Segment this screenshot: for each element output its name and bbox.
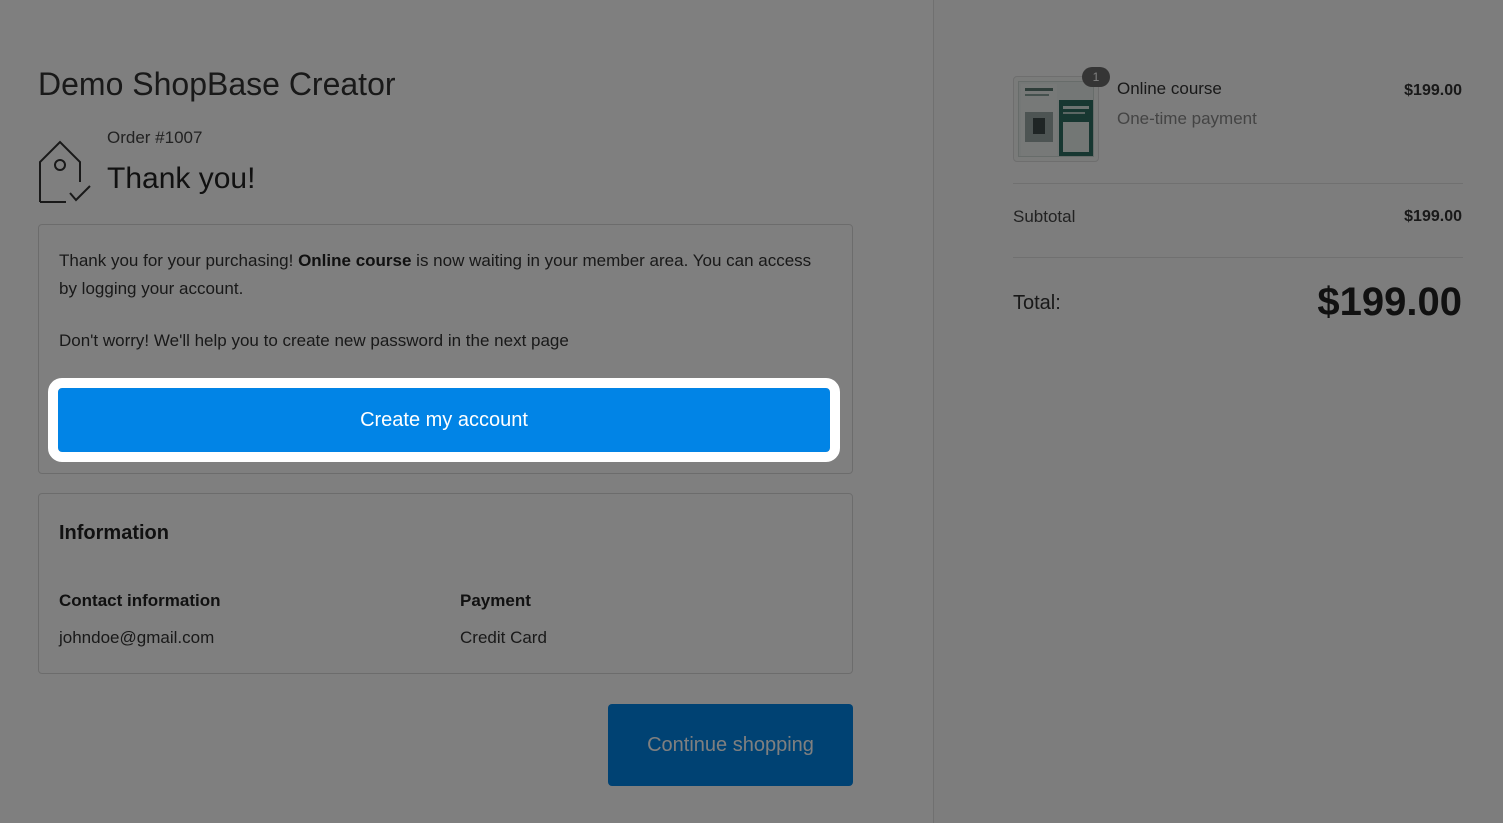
subtotal-label: Subtotal [1013,207,1076,226]
subtotal-value: $199.00 [1404,208,1462,225]
contact-label: Contact information [59,591,221,610]
order-header: Order #1007 Thank you! [38,126,438,206]
course-cover-image [1021,84,1093,156]
product-thumbnail: 1 [1013,67,1110,162]
product-subtitle: One-time payment [1117,109,1257,128]
total-value: $199.00 [1317,280,1462,324]
continue-shopping-button[interactable]: Continue shopping [608,704,853,786]
thank-you-heading: Thank you! [107,162,256,195]
information-box: Information Contact information johndoe@… [38,493,853,674]
tag-check-icon [39,140,91,203]
product-price: $199.00 [1404,82,1462,99]
divider [1013,183,1463,184]
contact-email: johndoe@gmail.com [59,628,215,647]
total-label: Total: [1013,292,1061,314]
payment-label: Payment [460,591,531,610]
store-title: Demo ShopBase Creator [38,66,396,102]
quantity-badge: 1 [1082,67,1110,87]
payment-method: Credit Card [460,628,547,647]
product-image [1018,81,1094,157]
product-name: Online course [1117,79,1222,98]
order-summary: 1 Online course One-time payment $199.00… [933,0,1503,823]
create-account-button[interactable]: Create my account [48,378,840,462]
thank-you-page: Demo ShopBase Creator Order #1007 Thank … [0,0,1503,823]
highlight-layer: Create my account [38,224,853,474]
order-number: Order #1007 [107,128,203,147]
divider [1013,257,1463,258]
information-title: Information [59,522,169,544]
